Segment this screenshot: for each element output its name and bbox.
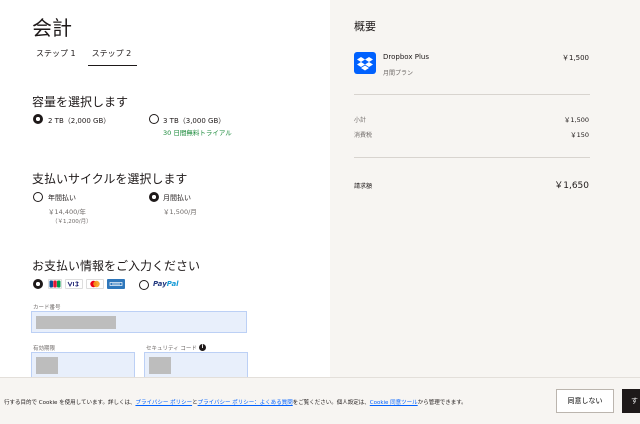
tax-label: 消費税 [354,132,373,139]
payment-section-title: お支払い情報をご入力ください [32,259,201,273]
card-number-input[interactable] [31,311,247,333]
mastercard-logo-icon [86,279,104,289]
billing-annual-label[interactable]: 年間払い [48,193,76,203]
capacity-3tb-label[interactable]: 3 TB（3,000 GB） [163,116,225,126]
product-name: Dropbox Plus [383,53,429,61]
subtotal-value: ￥1,500 [563,116,589,124]
info-icon[interactable]: i [199,344,206,351]
privacy-faq-link[interactable]: プライバシー ポリシー：よくある質問 [198,400,293,406]
tab-step-2[interactable]: ステップ 2 [87,46,138,66]
security-code-label: セキュリティ コード [146,346,197,352]
security-code-redacted [149,357,171,374]
card-number-redacted [36,316,116,329]
capacity-2tb-label[interactable]: 2 TB（2,000 GB） [48,116,110,126]
capacity-section-title: 容量を選択します [32,95,129,109]
billing-monthly-label[interactable]: 月間払い [163,193,191,203]
paypal-logo-pal: Pal [166,280,179,288]
billing-annual-price: ￥14,400/年 [48,208,86,216]
step-tabs: ステップ 1 ステップ 2 [32,46,143,66]
product-plan: 月間プラン [383,70,414,77]
cookie-banner: 行する目的で Cookie を使用しています。詳しくは、プライバシー ポリシーと… [0,377,640,424]
cookie-text-4: から管理できます。 [417,400,467,406]
visa-logo-glyph [67,281,79,287]
total-value: ￥1,650 [554,181,589,191]
billing-monthly-radio[interactable] [149,192,159,202]
tab-step-1[interactable]: ステップ 1 [32,46,82,66]
privacy-policy-link[interactable]: プライバシー ポリシー [135,400,192,406]
cookie-text-3: をご覧ください。個人設定は、 [292,400,370,406]
trial-note: 30 日間無料トライアル [163,129,232,137]
billing-annual-radio[interactable] [33,192,43,202]
dropbox-logo-icon [354,52,376,74]
amex-logo-icon [107,279,125,289]
cookie-consent-tool-link[interactable]: Cookie 同意ツール [370,400,418,406]
paypal-logo-icon[interactable]: PayPal [153,280,179,288]
billing-annual-monthly-equivalent: （￥1,200/月） [52,219,92,225]
tax-value: ￥150 [570,131,589,139]
summary-divider-1 [354,94,590,95]
page-title: 会計 [32,16,72,40]
expiry-redacted [36,357,58,374]
payment-card-radio[interactable] [33,279,43,289]
mastercard-logo-glyph [90,280,100,288]
payment-paypal-radio[interactable] [139,280,149,290]
card-number-label: カード番号 [33,305,61,311]
cookie-decline-button[interactable]: 同意しない [556,389,614,413]
visa-logo-icon [65,279,83,289]
security-code-input[interactable] [144,352,248,378]
product-price: ￥1,500 [561,54,589,62]
jcb-logo-icon [48,279,62,289]
subtotal-label: 小計 [354,117,367,124]
dropbox-logo-glyph [357,57,373,71]
capacity-3tb-radio[interactable] [149,114,159,124]
cookie-text-1: 行する目的で Cookie を使用しています。詳しくは、 [4,400,136,406]
jcb-logo-glyph [49,280,61,288]
order-summary-panel [330,0,640,424]
summary-title: 概要 [354,20,376,33]
paypal-logo-pay: Pay [153,280,167,288]
expiry-label: 有効期限 [33,346,56,352]
card-brand-logos [48,279,125,289]
billing-monthly-price: ￥1,500/月 [163,208,197,216]
capacity-2tb-radio[interactable] [33,114,43,124]
summary-divider-2 [354,157,590,158]
cookie-accept-button[interactable]: す [622,389,640,413]
total-label: 請求額 [354,183,373,190]
billing-section-title: 支払いサイクルを選択します [32,172,188,186]
amex-logo-glyph [109,282,123,286]
cookie-text: 行する目的で Cookie を使用しています。詳しくは、プライバシー ポリシーと… [4,398,467,406]
expiry-input[interactable] [31,352,135,378]
